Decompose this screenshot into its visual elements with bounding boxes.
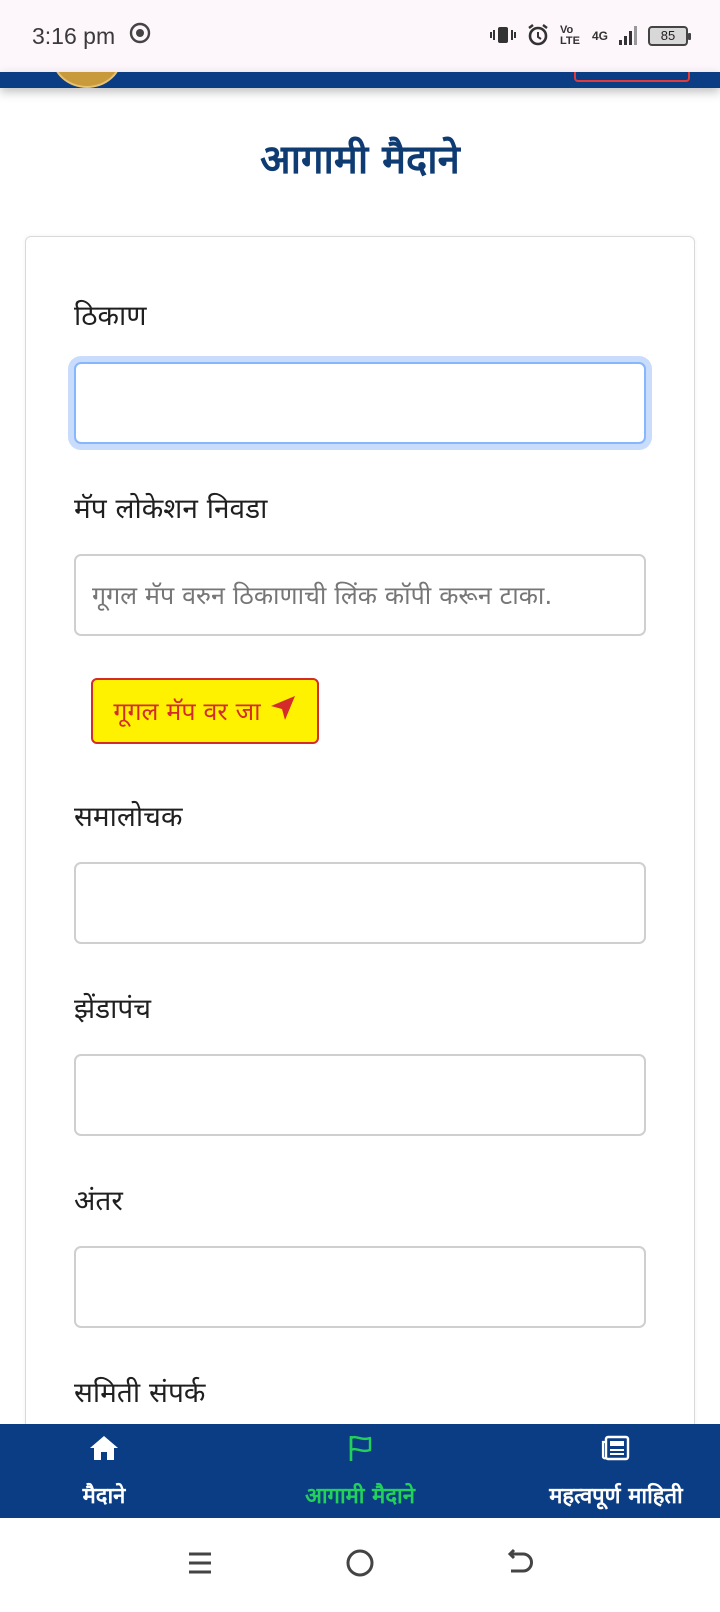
home-circle-icon[interactable]	[343, 1546, 377, 1584]
nav-item-label: मैदाने	[82, 1484, 126, 1509]
location-input[interactable]	[74, 362, 646, 444]
status-time: 3:16 pm	[32, 22, 116, 49]
back-icon[interactable]	[503, 1546, 537, 1584]
header-action-button[interactable]	[574, 72, 690, 82]
page-title: आगामी मैदाने	[260, 137, 460, 183]
app-logo	[52, 72, 122, 88]
flag-umpire-input[interactable]	[74, 1054, 646, 1136]
whatsapp-icon	[129, 22, 151, 50]
home-icon	[88, 1432, 120, 1470]
alarm-icon	[526, 23, 550, 50]
nav-item-label: महत्वपूर्ण माहिती	[549, 1484, 683, 1509]
open-google-maps-button[interactable]: गूगल मॅप वर जा	[91, 678, 319, 744]
map-location-input[interactable]	[74, 554, 646, 636]
volte-label: Vo LTE	[559, 24, 580, 47]
vibrate-icon	[489, 24, 516, 49]
committee-contact-label: समिती संपर्क	[74, 1376, 206, 1409]
network-label: 4G	[591, 29, 608, 43]
nav-item-upcoming-grounds[interactable]: आगामी मैदाने	[208, 1424, 512, 1518]
recent-apps-icon[interactable]	[183, 1546, 217, 1584]
commentator-input[interactable]	[74, 862, 646, 944]
status-bar: 3:16 pm Vo LTE 4G 85	[0, 0, 720, 72]
distance-label: अंतर	[74, 1184, 123, 1217]
flag-icon	[344, 1432, 376, 1470]
location-arrow-icon	[269, 694, 297, 728]
newspaper-icon	[600, 1432, 632, 1470]
status-right: Vo LTE 4G 85	[489, 23, 691, 50]
commentator-label: समालोचक	[74, 800, 183, 833]
location-label: ठिकाण	[74, 299, 147, 332]
nav-item-label: आगामी मैदाने	[305, 1484, 415, 1509]
nav-item-important-info[interactable]: महत्वपूर्ण माहिती	[512, 1424, 720, 1518]
app-header	[0, 72, 720, 88]
map-location-label: मॅप लोकेशन निवडा	[74, 492, 268, 525]
battery-icon: 85	[648, 26, 691, 46]
nav-item-grounds[interactable]: मैदाने	[0, 1424, 208, 1518]
flag-umpire-label: झेंडापंच	[74, 992, 152, 1025]
status-left: 3:16 pm	[32, 22, 151, 50]
signal-icon	[618, 24, 638, 49]
system-nav-bar	[0, 1518, 720, 1612]
distance-input[interactable]	[74, 1246, 646, 1328]
bottom-nav: मैदाने आगामी मैदाने महत्वपूर्ण माहिती	[0, 1424, 720, 1518]
open-google-maps-label: गूगल मॅप वर जा	[113, 697, 261, 726]
